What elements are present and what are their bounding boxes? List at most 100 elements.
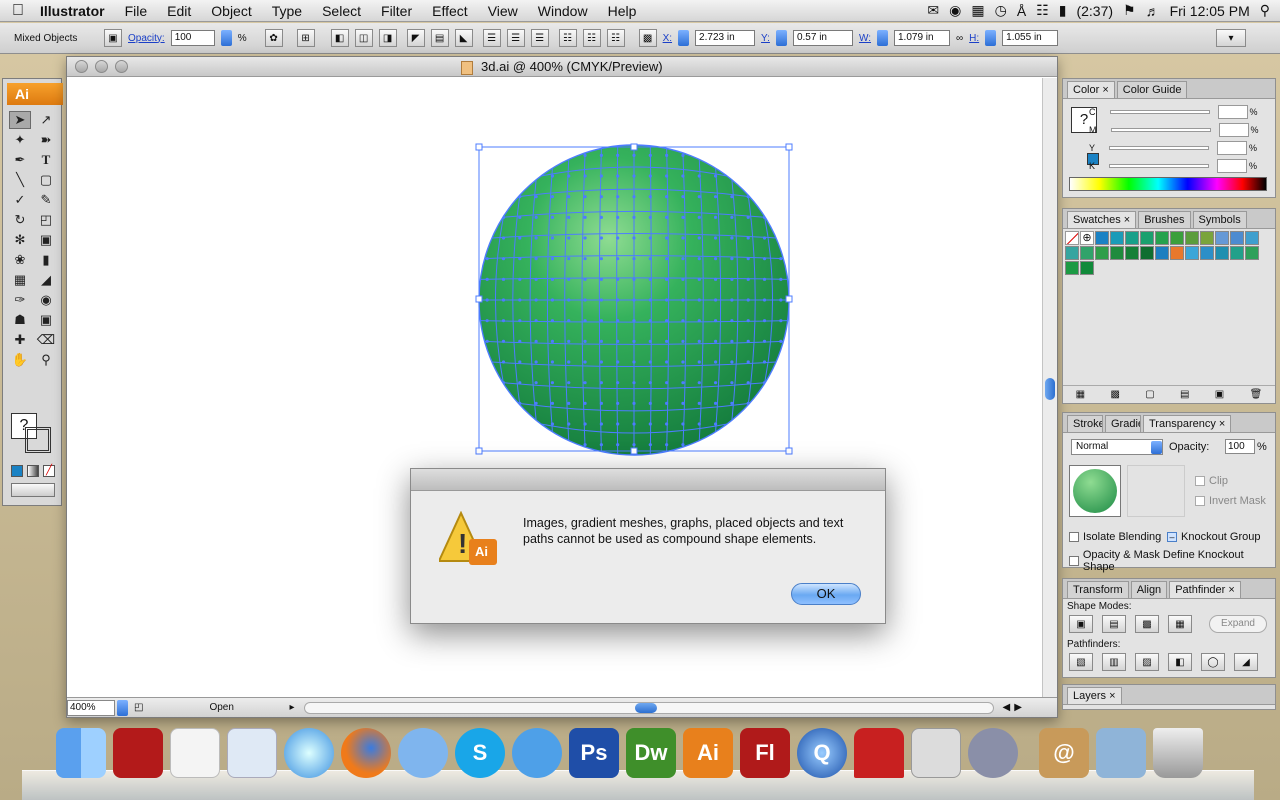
mesh-point[interactable] (681, 277, 685, 281)
align-bottom-icon[interactable]: ◣ (454, 29, 473, 47)
mesh-point[interactable] (599, 422, 603, 426)
menu-type[interactable]: Type (262, 3, 312, 19)
mesh-point[interactable] (681, 215, 685, 219)
paintbrush-tool-icon[interactable]: ✓ (9, 191, 31, 209)
gradient-tool-icon[interactable]: ◢ (35, 271, 57, 289)
mesh-point[interactable] (616, 236, 620, 240)
mesh-point[interactable] (501, 339, 506, 343)
mesh-point[interactable] (713, 381, 718, 385)
mesh-point[interactable] (616, 360, 620, 364)
mesh-point[interactable] (648, 174, 652, 178)
gradient-mode-icon[interactable] (27, 465, 39, 477)
mesh-point[interactable] (697, 277, 701, 281)
blend-tool-icon[interactable]: ◉ (35, 291, 57, 309)
mesh-point[interactable] (665, 215, 669, 219)
mesh-point[interactable] (746, 319, 750, 323)
x-field[interactable]: 2.723 in (695, 30, 756, 46)
mesh-point[interactable] (632, 360, 636, 364)
mesh-point[interactable] (665, 236, 669, 240)
align-center-icon[interactable]: ◫ (354, 29, 373, 47)
mesh-point[interactable] (501, 277, 506, 281)
mesh-point[interactable] (746, 277, 750, 281)
mesh-point[interactable] (762, 339, 767, 343)
mesh-point[interactable] (567, 277, 571, 281)
mesh-point[interactable] (730, 298, 734, 302)
mesh-point[interactable] (713, 195, 718, 199)
ok-button[interactable]: OK (791, 583, 861, 605)
rectangle-tool-icon[interactable]: ▢ (35, 171, 57, 189)
mesh-point[interactable] (550, 215, 555, 219)
mesh-point[interactable] (583, 277, 587, 281)
mesh-point[interactable] (550, 298, 555, 302)
hand-tool-icon[interactable]: ✋ (9, 351, 31, 369)
status-text[interactable]: Open (209, 702, 279, 713)
mesh-point[interactable] (713, 174, 718, 178)
stroke-swatch-icon[interactable] (25, 427, 51, 453)
mesh-point[interactable] (550, 257, 555, 261)
minimize-window-icon[interactable] (95, 60, 108, 73)
mesh-point[interactable] (730, 401, 734, 405)
menu-window[interactable]: Window (528, 3, 598, 19)
mesh-point[interactable] (632, 195, 636, 199)
mesh-point[interactable] (632, 174, 636, 178)
mesh-point[interactable] (567, 236, 571, 240)
w-label[interactable]: W: (859, 33, 871, 44)
zoom-field[interactable]: 400% (67, 699, 115, 716)
swatch[interactable] (1185, 231, 1199, 245)
horizontal-scrollbar[interactable] (304, 701, 995, 714)
color-mode-icon[interactable] (11, 465, 23, 477)
mesh-point[interactable] (583, 174, 587, 178)
mesh-point[interactable] (713, 257, 718, 261)
mesh-point[interactable] (632, 298, 636, 302)
flag-icon[interactable]: ⚑ (1123, 2, 1136, 19)
mesh-point[interactable] (648, 195, 652, 199)
mesh-point[interactable] (567, 422, 571, 426)
mesh-point[interactable] (616, 257, 620, 261)
mesh-point[interactable] (681, 195, 685, 199)
mesh-point[interactable] (501, 236, 506, 240)
swatch[interactable] (1215, 231, 1229, 245)
mesh-point[interactable] (681, 153, 685, 157)
vertical-scroll-thumb[interactable] (1045, 378, 1055, 400)
mesh-point[interactable] (665, 195, 669, 199)
mesh-point[interactable] (779, 257, 783, 261)
clock[interactable]: Fri 12:05 PM (1170, 3, 1250, 19)
mesh-point[interactable] (518, 215, 522, 219)
mesh-point[interactable] (713, 401, 718, 405)
tab-pathfinder[interactable]: Pathfinder × (1169, 581, 1241, 598)
version-cue-icon[interactable]: ◰ (134, 702, 143, 713)
mesh-point[interactable] (550, 381, 555, 385)
h-label[interactable]: H: (969, 33, 979, 44)
swatch[interactable] (1095, 231, 1109, 245)
mesh-point[interactable] (665, 339, 669, 343)
mesh-point[interactable] (632, 443, 636, 447)
mesh-point[interactable] (648, 401, 652, 405)
scroll-right-icon[interactable]: ▶ (1014, 702, 1022, 713)
tab-align[interactable]: Align (1130, 581, 1168, 598)
mesh-point[interactable] (583, 381, 587, 385)
mesh-point[interactable] (632, 319, 636, 323)
zoom-tool-icon[interactable]: ⚲ (35, 351, 57, 369)
mesh-point[interactable] (632, 236, 636, 240)
mesh-point[interactable] (762, 277, 767, 281)
tab-stroke[interactable]: Stroke (1067, 415, 1103, 432)
swatch[interactable] (1170, 231, 1184, 245)
mesh-point[interactable] (697, 215, 701, 219)
intersect-shape-icon[interactable]: ▩ (1135, 615, 1159, 633)
mesh-point[interactable] (485, 277, 489, 281)
status-menu-icon[interactable]: ▸ (289, 702, 294, 713)
growl-icon[interactable]: ◉ (949, 2, 961, 19)
distribute-middle-icon[interactable]: ☰ (506, 29, 525, 47)
mesh-point[interactable] (730, 236, 734, 240)
mesh-point[interactable] (599, 236, 603, 240)
swatch[interactable] (1200, 231, 1214, 245)
mesh-point[interactable] (632, 339, 636, 343)
y-label[interactable]: Y: (761, 33, 770, 44)
mesh-point[interactable] (746, 236, 750, 240)
mesh-point[interactable] (713, 422, 718, 426)
mesh-point[interactable] (599, 319, 603, 323)
invert-mask-checkbox[interactable]: Invert Mask (1195, 495, 1266, 507)
preview-icon[interactable] (170, 728, 220, 778)
mesh-point[interactable] (697, 236, 701, 240)
mesh-point[interactable] (599, 298, 603, 302)
